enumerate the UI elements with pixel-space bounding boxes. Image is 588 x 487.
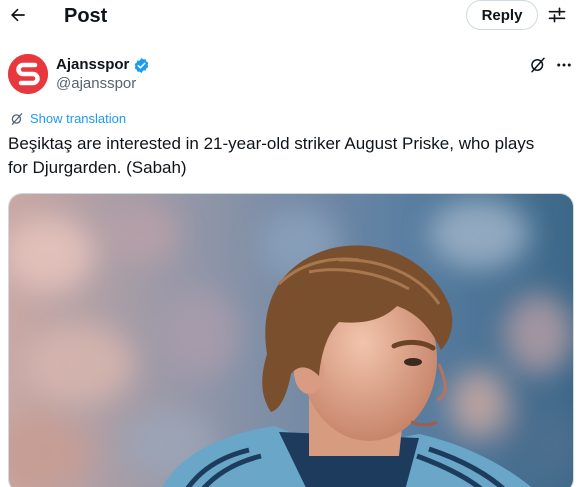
settings-button[interactable] <box>544 2 570 28</box>
author-name-label: Ajansspor <box>56 56 130 73</box>
tweet-text: Beşiktaş are interested in 21-year-old s… <box>8 134 535 177</box>
arrow-left-icon <box>11 8 25 22</box>
ajansspor-logo-icon <box>8 54 48 94</box>
post-header: Post Reply <box>0 0 588 32</box>
more-dots-icon <box>557 63 571 67</box>
page-title: Post <box>64 5 108 27</box>
tweet-media-image[interactable] <box>8 193 574 487</box>
show-translation-link[interactable]: Show translation <box>10 111 126 127</box>
back-button[interactable] <box>4 0 32 30</box>
grok-translate-icon <box>11 113 23 125</box>
photo-player-image <box>9 194 573 487</box>
author-name[interactable]: Ajansspor <box>56 56 150 74</box>
grok-button[interactable] <box>528 55 548 75</box>
reply-button[interactable]: Reply <box>466 0 538 30</box>
sliders-icon <box>548 7 566 23</box>
author-handle[interactable]: @ajansspor <box>56 75 136 93</box>
grok-icon <box>531 57 545 73</box>
show-translation-label: Show translation <box>30 111 127 126</box>
verified-badge-icon <box>135 57 149 73</box>
avatar[interactable] <box>8 54 48 94</box>
more-options-button[interactable] <box>554 55 574 75</box>
